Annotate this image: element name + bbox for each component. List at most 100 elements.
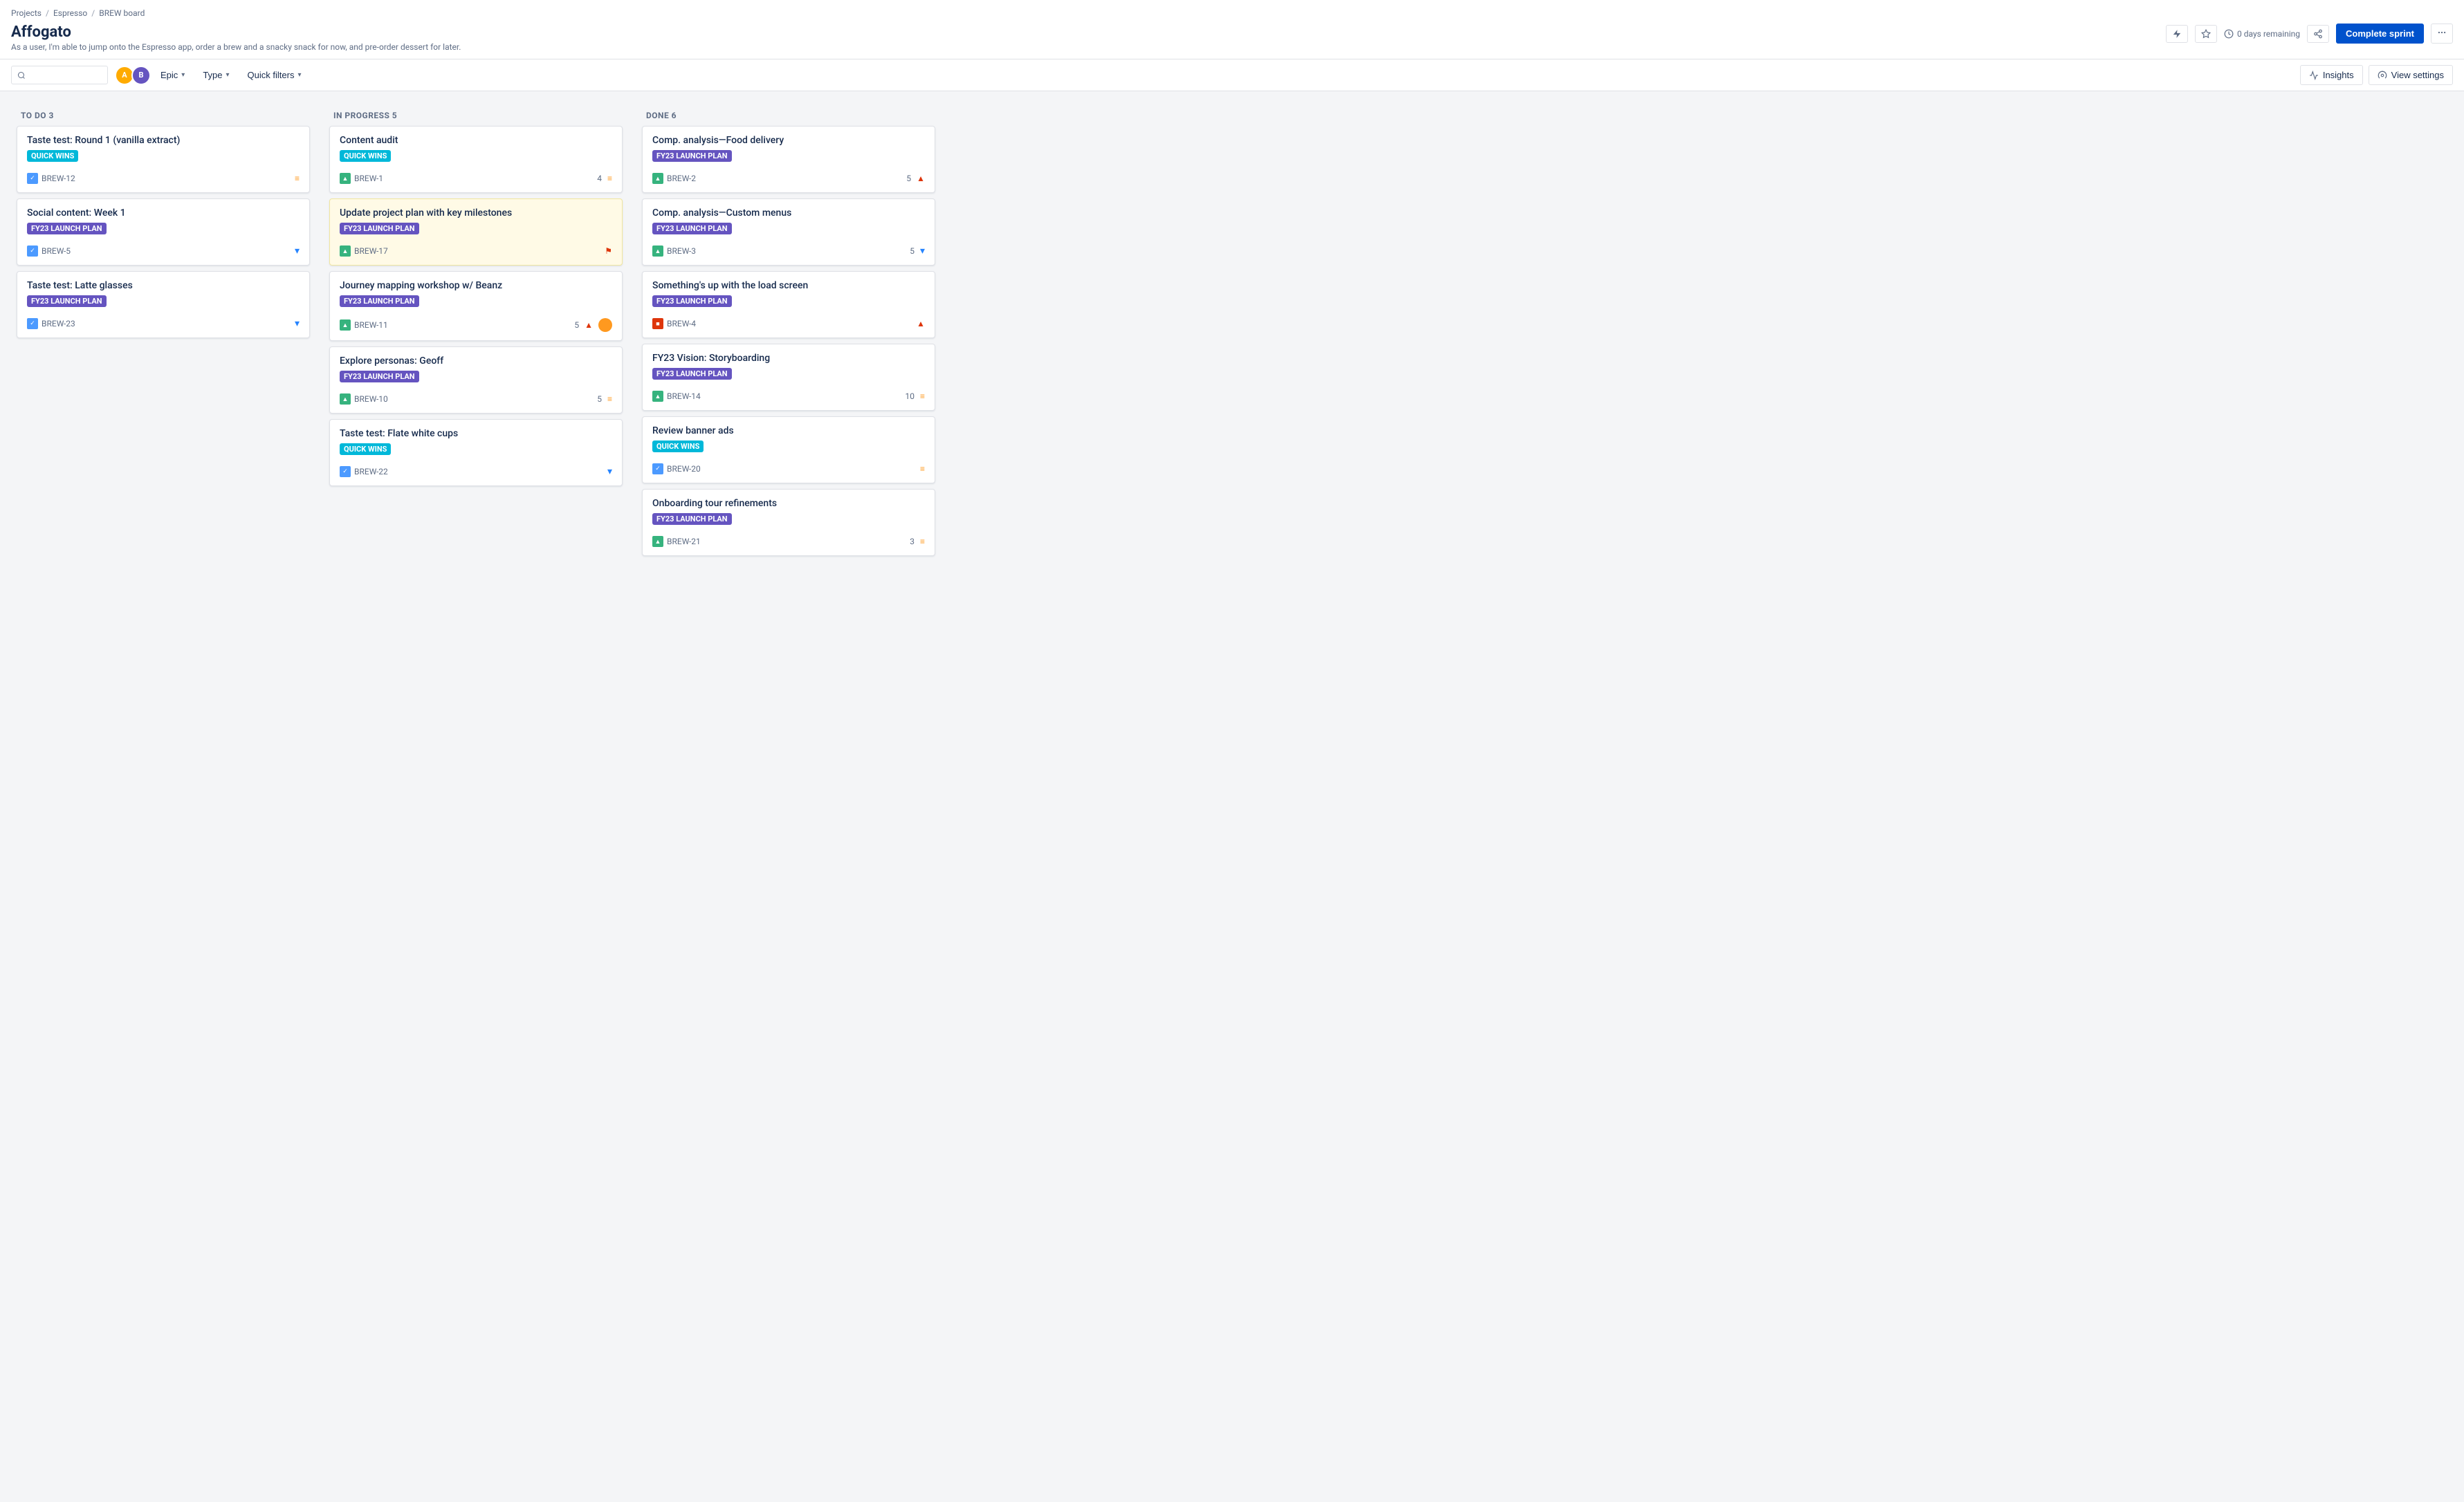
story-points: 5 <box>574 320 579 330</box>
card-title: Content audit <box>340 135 612 146</box>
story-icon: ▲ <box>340 319 351 331</box>
card-title: Onboarding tour refinements <box>652 498 925 509</box>
avatar-filters[interactable]: A B <box>115 66 148 85</box>
toolbar-right: Insights View settings <box>2300 65 2453 85</box>
ellipsis-icon <box>2437 28 2447 37</box>
type-chevron-icon: ▾ <box>226 71 230 79</box>
card-id: ✓ BREW-12 <box>27 173 75 184</box>
column-header-inprogress: IN PROGRESS 5 <box>324 102 628 126</box>
story-icon: ▲ <box>652 536 663 547</box>
card[interactable]: Comp. analysis—Custom menus FY23 LAUNCH … <box>642 198 935 266</box>
card-title: Explore personas: Geoff <box>340 355 612 367</box>
card[interactable]: FY23 Vision: Storyboarding FY23 LAUNCH P… <box>642 344 935 411</box>
card[interactable]: Onboarding tour refinements FY23 LAUNCH … <box>642 489 935 556</box>
card[interactable]: Content audit QUICK WINS ▲ BREW-1 4 ≡ <box>329 126 623 193</box>
card-id-text: BREW-5 <box>42 246 71 256</box>
star-icon <box>2201 29 2211 39</box>
card-tag: FY23 LAUNCH PLAN <box>652 150 732 162</box>
card-tag: FY23 LAUNCH PLAN <box>340 295 419 307</box>
priority-high-icon: ▲ <box>917 319 925 328</box>
insights-button[interactable]: Insights <box>2300 65 2363 85</box>
breadcrumb-projects[interactable]: Projects <box>11 8 42 18</box>
card-footer: ▲ BREW-21 3 ≡ <box>652 536 925 547</box>
card[interactable]: Review banner ads QUICK WINS ✓ BREW-20 ≡ <box>642 416 935 483</box>
expand-icon[interactable]: ▾ <box>607 466 612 477</box>
epic-filter-label: Epic <box>160 70 178 80</box>
expand-icon[interactable]: ▾ <box>295 318 300 329</box>
card[interactable]: Taste test: Latte glasses FY23 LAUNCH PL… <box>17 271 310 338</box>
lightning-button[interactable] <box>2166 25 2188 43</box>
card-footer: ▲ BREW-17 ⚑ <box>340 245 612 257</box>
card-meta: 4 ≡ <box>597 174 612 183</box>
card-meta: 5 ▲ <box>574 318 612 332</box>
card-id-text: BREW-10 <box>354 394 388 404</box>
type-filter-button[interactable]: Type ▾ <box>197 66 235 84</box>
epic-filter-button[interactable]: Epic ▾ <box>155 66 190 84</box>
card-id-text: BREW-11 <box>354 320 388 330</box>
expand-icon[interactable]: ▾ <box>295 245 300 257</box>
priority-medium-icon: ≡ <box>607 394 612 404</box>
card-title: FY23 Vision: Storyboarding <box>652 353 925 364</box>
story-icon: ▲ <box>652 173 663 184</box>
search-box[interactable] <box>11 66 108 84</box>
search-input[interactable] <box>30 70 102 80</box>
card[interactable]: Taste test: Flate white cups QUICK WINS … <box>329 419 623 486</box>
page-title: Affogato <box>11 21 461 42</box>
task-icon: ✓ <box>340 466 351 477</box>
card[interactable]: Taste test: Round 1 (vanilla extract) QU… <box>17 126 310 193</box>
complete-sprint-button[interactable]: Complete sprint <box>2336 24 2424 44</box>
card-meta: ▲ <box>917 319 925 328</box>
card-id: ▲ BREW-14 <box>652 391 701 402</box>
card-tag: QUICK WINS <box>340 443 391 455</box>
view-settings-button[interactable]: View settings <box>2369 65 2453 85</box>
card-footer: ■ BREW-4 ▲ <box>652 318 925 329</box>
card[interactable]: Social content: Week 1 FY23 LAUNCH PLAN … <box>17 198 310 266</box>
flag-icon: ⚑ <box>605 246 612 256</box>
quick-filters-button[interactable]: Quick filters ▾ <box>242 66 307 84</box>
card[interactable]: Update project plan with key milestones … <box>329 198 623 266</box>
card[interactable]: Explore personas: Geoff FY23 LAUNCH PLAN… <box>329 346 623 414</box>
card-id: ✓ BREW-23 <box>27 318 75 329</box>
card-footer: ▲ BREW-2 5 ▲ <box>652 173 925 184</box>
share-button[interactable] <box>2307 25 2329 43</box>
card[interactable]: Journey mapping workshop w/ Beanz FY23 L… <box>329 271 623 341</box>
card-footer: ✓ BREW-22 ▾ <box>340 466 612 477</box>
task-icon: ✓ <box>652 463 663 474</box>
story-icon: ▲ <box>652 245 663 257</box>
task-icon: ✓ <box>27 318 38 329</box>
story-points: 3 <box>910 537 914 546</box>
story-icon: ▲ <box>340 393 351 405</box>
card-id: ✓ BREW-22 <box>340 466 388 477</box>
breadcrumb: Projects / Espresso / BREW board <box>11 6 2453 21</box>
more-options-button[interactable] <box>2431 24 2453 44</box>
card-tag: FY23 LAUNCH PLAN <box>652 368 732 380</box>
card-tag: FY23 LAUNCH PLAN <box>652 295 732 307</box>
card[interactable]: Comp. analysis—Food delivery FY23 LAUNCH… <box>642 126 935 193</box>
card-footer: ▲ BREW-14 10 ≡ <box>652 391 925 402</box>
card-meta: ▾ <box>295 245 300 257</box>
card[interactable]: Something's up with the load screen FY23… <box>642 271 935 338</box>
card-title: Review banner ads <box>652 425 925 436</box>
priority-medium-icon: ≡ <box>920 391 925 401</box>
card-title: Journey mapping workshop w/ Beanz <box>340 280 612 291</box>
card-id-text: BREW-12 <box>42 174 75 183</box>
card-meta: ≡ <box>295 174 300 183</box>
card-title: Taste test: Flate white cups <box>340 428 612 439</box>
card-tag: QUICK WINS <box>652 441 704 452</box>
breadcrumb-espresso[interactable]: Espresso <box>53 8 87 18</box>
card-footer: ▲ BREW-1 4 ≡ <box>340 173 612 184</box>
priority-medium-icon: ≡ <box>920 537 925 546</box>
star-button[interactable] <box>2195 25 2217 43</box>
card-meta: 5 ≡ <box>597 394 612 404</box>
priority-high-icon: ▲ <box>585 320 593 330</box>
story-icon: ▲ <box>340 245 351 257</box>
epic-chevron-icon: ▾ <box>181 71 185 79</box>
clock-icon <box>2224 29 2234 39</box>
card-id: ▲ BREW-11 <box>340 319 388 331</box>
card-tag: FY23 LAUNCH PLAN <box>27 223 107 234</box>
card-id: ✓ BREW-20 <box>652 463 701 474</box>
card-footer: ✓ BREW-20 ≡ <box>652 463 925 474</box>
story-icon: ▲ <box>652 391 663 402</box>
avatar-2[interactable]: B <box>131 66 151 85</box>
expand-icon[interactable]: ▾ <box>920 245 925 257</box>
